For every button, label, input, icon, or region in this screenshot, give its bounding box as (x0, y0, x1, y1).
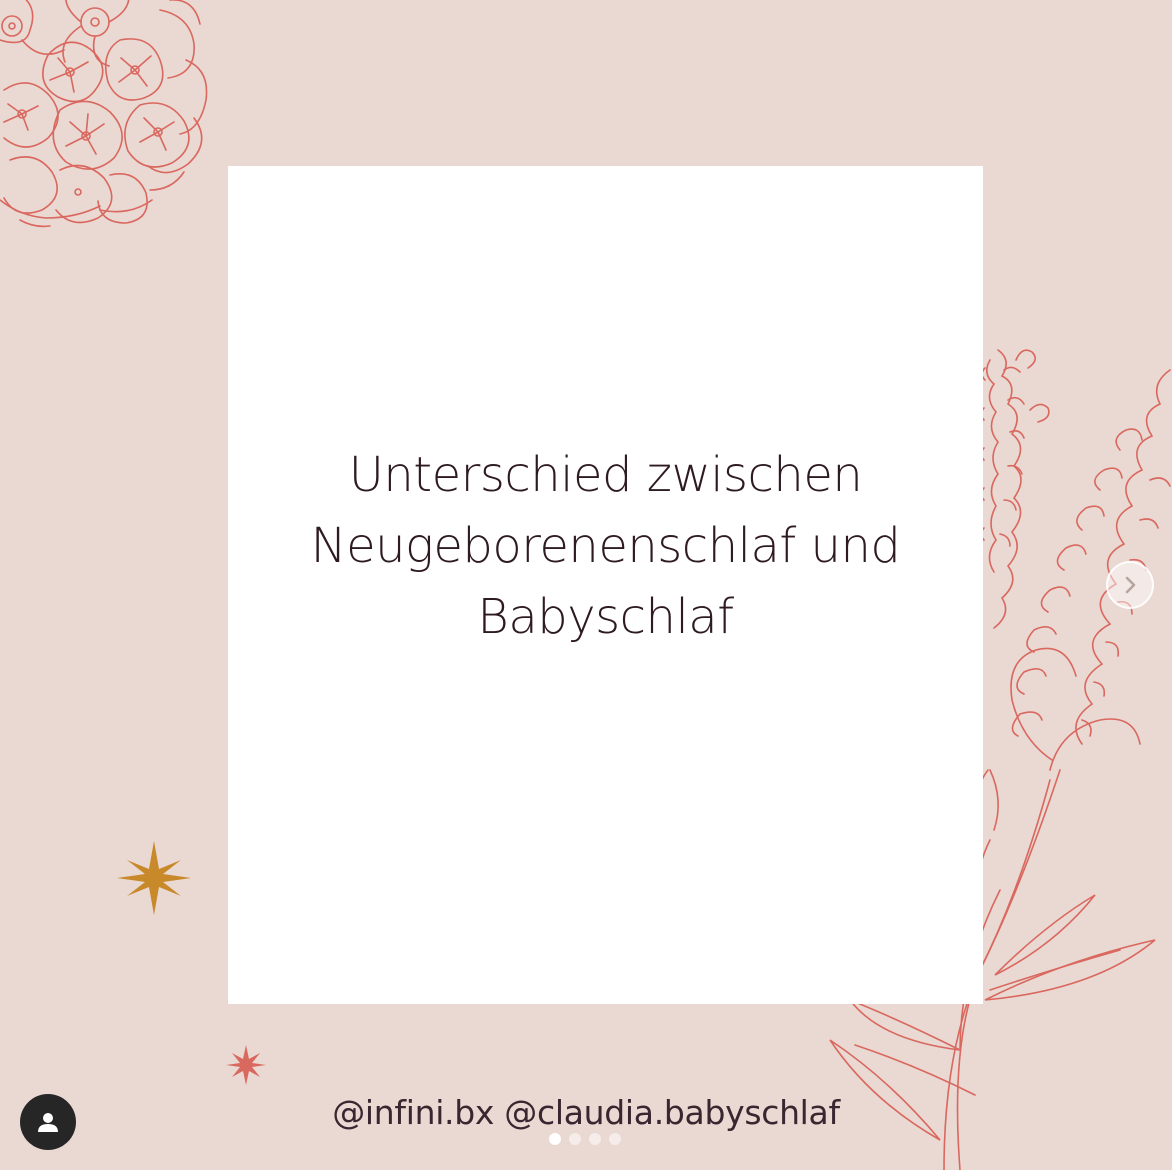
carousel-dot-3[interactable] (589, 1133, 601, 1145)
headline-line-2: Neugeborenenschlaf und (310, 518, 901, 574)
carousel-dot-1[interactable] (549, 1133, 561, 1145)
person-icon (38, 1113, 58, 1132)
hydrangea-illustration (0, 0, 208, 228)
chevron-right-icon (1125, 576, 1136, 594)
star-icon-coral (226, 1045, 266, 1085)
carousel-indicator (549, 1133, 621, 1145)
post-slide: Unterschied zwischen Neugeborenenschlaf … (0, 0, 1172, 1170)
tagged-users-button[interactable] (20, 1094, 76, 1150)
credit-handles: @infini.bx @claudia.babyschlaf (332, 1093, 840, 1132)
next-slide-button[interactable] (1106, 561, 1154, 609)
headline-line-3: Babyschlaf (477, 589, 734, 645)
headline-line-1: Unterschied zwischen (348, 447, 863, 503)
carousel-dot-2[interactable] (569, 1133, 581, 1145)
post-headline: Unterschied zwischen Neugeborenenschlaf … (228, 440, 983, 653)
carousel-dot-4[interactable] (609, 1133, 621, 1145)
star-icon-gold-bottom (117, 841, 191, 915)
